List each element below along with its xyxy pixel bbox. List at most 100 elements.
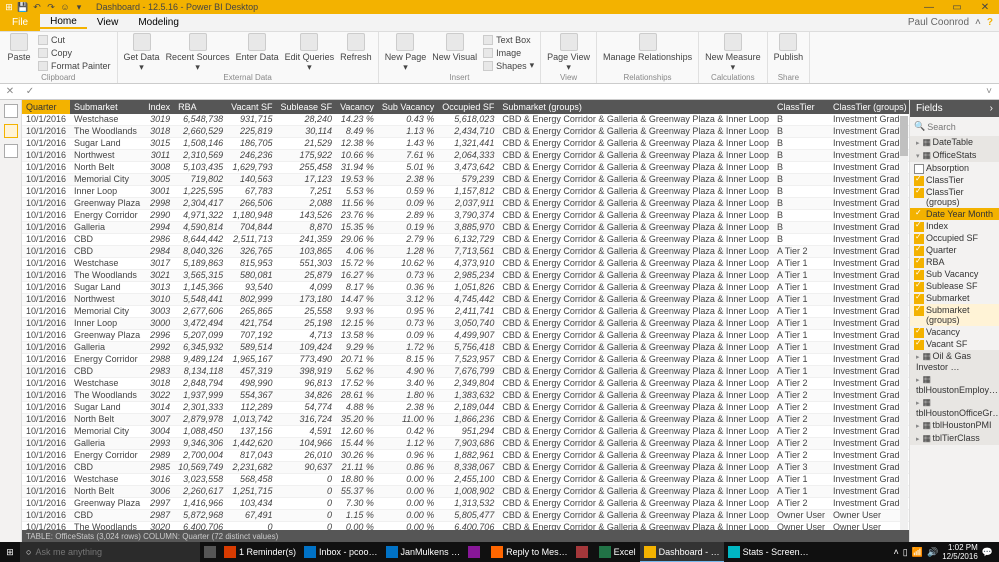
tray-battery-icon[interactable]: ▯ [903, 547, 908, 558]
file-tab[interactable]: File [0, 14, 40, 31]
table-cell[interactable]: 10.62 % [378, 258, 438, 270]
table-cell[interactable]: A Tier 2 [773, 450, 829, 462]
table-cell[interactable]: 568,458 [227, 474, 276, 486]
table-row[interactable]: 10/1/2016Westchase30175,189,863815,95355… [22, 258, 909, 270]
table-cell[interactable]: 10/1/2016 [22, 234, 70, 246]
table-cell[interactable]: 719,802 [174, 174, 227, 186]
table-cell[interactable]: 10/1/2016 [22, 282, 70, 294]
table-cell[interactable]: 707,192 [227, 330, 276, 342]
table-cell[interactable]: 10/1/2016 [22, 318, 70, 330]
table-cell[interactable]: 1,088,450 [174, 426, 227, 438]
table-row[interactable]: 10/1/2016Inner Loop30011,225,59567,7837,… [22, 186, 909, 198]
table-cell[interactable]: 11.00 % [378, 414, 438, 426]
table-cell[interactable]: 12.15 % [336, 318, 378, 330]
table-cell[interactable]: 3016 [144, 474, 174, 486]
table-cell[interactable]: 16.27 % [336, 270, 378, 282]
table-cell[interactable]: CBD [70, 510, 144, 522]
table-cell[interactable]: 931,715 [227, 114, 276, 126]
table-cell[interactable]: Galleria [70, 222, 144, 234]
table-cell[interactable]: North Belt [70, 162, 144, 174]
table-cell[interactable]: 12.38 % [336, 138, 378, 150]
table-cell[interactable]: 104,966 [277, 438, 337, 450]
table-cell[interactable]: 316,724 [277, 414, 337, 426]
table-row[interactable]: 10/1/2016CBD298510,569,7492,231,68290,63… [22, 462, 909, 474]
table-cell[interactable]: 3011 [144, 150, 174, 162]
table-cell[interactable]: Investment Grade [829, 294, 909, 306]
table-cell[interactable]: A Tier 2 [773, 378, 829, 390]
table-row[interactable]: 10/1/2016Memorial City3005719,802140,563… [22, 174, 909, 186]
table-cell[interactable]: B [773, 138, 829, 150]
table-cell[interactable]: B [773, 222, 829, 234]
table-cell[interactable]: Investment Grade [829, 138, 909, 150]
new-measure-button[interactable]: New Measure▾ [703, 33, 763, 73]
table-row[interactable]: 10/1/2016Northwest30105,548,441802,99917… [22, 294, 909, 306]
table-cell[interactable]: 175,922 [277, 150, 337, 162]
table-cell[interactable]: 3003 [144, 306, 174, 318]
table-cell[interactable]: Investment Grade [829, 342, 909, 354]
fields-field[interactable]: Sublease SF [910, 280, 999, 292]
table-cell[interactable]: 0.00 % [336, 522, 378, 531]
table-cell[interactable]: 579,239 [438, 174, 498, 186]
table-cell[interactable]: 14.47 % [336, 294, 378, 306]
table-cell[interactable]: Investment Grade [829, 150, 909, 162]
table-cell[interactable]: 20.71 % [336, 354, 378, 366]
table-cell[interactable]: 7,903,686 [438, 438, 498, 450]
table-cell[interactable]: 140,563 [227, 174, 276, 186]
table-cell[interactable]: North Belt [70, 414, 144, 426]
table-cell[interactable]: 25,198 [277, 318, 337, 330]
table-cell[interactable]: 421,754 [227, 318, 276, 330]
table-cell[interactable]: 2,088 [277, 198, 337, 210]
table-cell[interactable]: 93,540 [227, 282, 276, 294]
fields-field[interactable]: Submarket (groups) [910, 304, 999, 326]
table-cell[interactable]: Investment Grade [829, 486, 909, 498]
fields-field[interactable]: Sub Vacancy [910, 268, 999, 280]
table-cell[interactable]: 817,043 [227, 450, 276, 462]
table-cell[interactable]: Energy Corridor [70, 354, 144, 366]
table-cell[interactable]: 1,965,167 [227, 354, 276, 366]
table-cell[interactable]: 29.06 % [336, 234, 378, 246]
fields-table[interactable]: ▦OfficeStats [910, 149, 999, 162]
table-cell[interactable]: 1.13 % [378, 126, 438, 138]
table-cell[interactable]: B [773, 186, 829, 198]
taskbar-app[interactable] [464, 542, 487, 562]
column-header[interactable]: Quarter [22, 100, 70, 114]
table-cell[interactable]: Investment Grade [829, 114, 909, 126]
table-row[interactable]: 10/1/2016Sugar Land30131,145,36693,5404,… [22, 282, 909, 294]
table-cell[interactable]: 5,103,435 [174, 162, 227, 174]
table-cell[interactable]: 2.89 % [378, 210, 438, 222]
table-cell[interactable]: A Tier 3 [773, 462, 829, 474]
table-cell[interactable]: 4.88 % [336, 402, 378, 414]
table-cell[interactable]: 2,411,741 [438, 306, 498, 318]
table-cell[interactable]: 2993 [144, 438, 174, 450]
table-cell[interactable]: CBD & Energy Corridor & Galleria & Green… [498, 246, 773, 258]
taskbar-search-input[interactable] [35, 547, 194, 557]
table-cell[interactable]: CBD & Energy Corridor & Galleria & Green… [498, 282, 773, 294]
table-cell[interactable]: 580,081 [227, 270, 276, 282]
column-header[interactable]: Sub Vacancy [378, 100, 438, 114]
table-cell[interactable]: CBD & Energy Corridor & Galleria & Green… [498, 342, 773, 354]
table-cell[interactable]: 10/1/2016 [22, 498, 70, 510]
table-cell[interactable]: Northwest [70, 294, 144, 306]
table-cell[interactable]: Investment Grade [829, 210, 909, 222]
table-cell[interactable]: A Tier 2 [773, 438, 829, 450]
table-cell[interactable]: 10/1/2016 [22, 210, 70, 222]
table-cell[interactable]: The Woodlands [70, 270, 144, 282]
table-cell[interactable]: 1,008,902 [438, 486, 498, 498]
table-cell[interactable]: 26,010 [277, 450, 337, 462]
table-cell[interactable]: Galleria [70, 438, 144, 450]
table-cell[interactable]: 10/1/2016 [22, 522, 70, 531]
table-cell[interactable]: 5.01 % [378, 162, 438, 174]
data-view-icon[interactable] [4, 124, 18, 138]
table-cell[interactable]: 2,455,100 [438, 474, 498, 486]
get-data-button[interactable]: Get Data▾ [122, 33, 162, 73]
table-cell[interactable]: 2985 [144, 462, 174, 474]
fields-field[interactable]: Absorption [910, 162, 999, 174]
table-cell[interactable]: Inner Loop [70, 318, 144, 330]
close-button[interactable]: ✕ [971, 2, 999, 13]
table-cell[interactable]: 6,132,729 [438, 234, 498, 246]
table-cell[interactable]: CBD & Energy Corridor & Galleria & Green… [498, 126, 773, 138]
table-cell[interactable]: CBD & Energy Corridor & Galleria & Green… [498, 522, 773, 531]
table-cell[interactable]: 23.76 % [336, 210, 378, 222]
table-cell[interactable]: 2997 [144, 498, 174, 510]
table-cell[interactable]: CBD & Energy Corridor & Galleria & Green… [498, 354, 773, 366]
